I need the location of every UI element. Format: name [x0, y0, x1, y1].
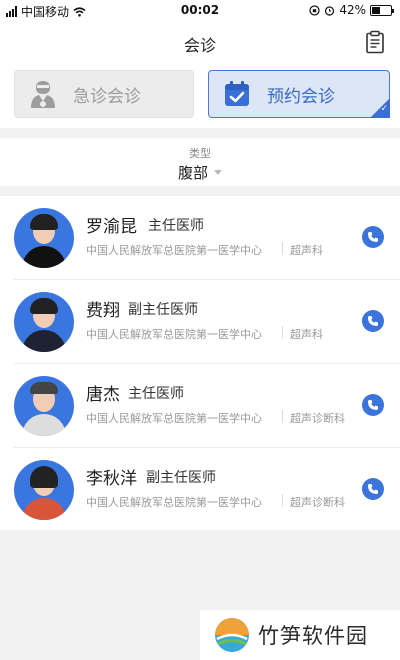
- type-filter[interactable]: 类型 腹部: [0, 138, 400, 186]
- phone-icon[interactable]: [362, 310, 384, 332]
- alarm-icon: [325, 5, 335, 16]
- doctor-title: 主任医师: [148, 218, 204, 234]
- doctor-name: 罗渝昆: [86, 217, 137, 237]
- watermark-text: 竹笋软件园: [258, 624, 368, 648]
- appointment-consult-label: 预约会诊: [267, 86, 335, 107]
- watermark: 竹笋软件园: [200, 610, 400, 660]
- doctor-name: 费翔: [86, 301, 120, 321]
- phone-icon[interactable]: [362, 478, 384, 500]
- doctor-list-item[interactable]: 李秋洋 副主任医师 中国人民解放军总医院第一医学中心 超声诊断科: [0, 448, 400, 532]
- battery-percent: 42%: [339, 3, 366, 17]
- status-bar: 中国移动 00:02 42%: [0, 0, 400, 22]
- consultation-mode-toggle: 急诊会诊 预约会诊 ✓: [0, 62, 400, 128]
- page-title: 会诊: [183, 36, 216, 55]
- doctor-name: 唐杰: [86, 385, 120, 405]
- emergency-consult-button[interactable]: 急诊会诊: [14, 70, 194, 118]
- selected-check-icon: ✓: [370, 98, 390, 118]
- doctor-title: 副主任医师: [128, 302, 198, 318]
- doctor-hospital: 中国人民解放军总医院第一医学中心: [86, 244, 262, 257]
- appointment-consult-button[interactable]: 预约会诊 ✓: [208, 70, 390, 118]
- doctor-department: 超声诊断科: [290, 412, 345, 425]
- doctor-title: 副主任医师: [146, 470, 216, 486]
- type-filter-value: 腹部: [177, 164, 208, 182]
- doctor-department: 超声诊断科: [290, 496, 345, 509]
- calendar-check-icon: [225, 81, 249, 106]
- type-filter-dropdown[interactable]: 腹部: [178, 162, 222, 183]
- phone-icon[interactable]: [362, 226, 384, 248]
- doctor-title: 主任医师: [128, 386, 184, 402]
- doctor-avatar: [14, 292, 74, 352]
- clipboard-icon[interactable]: [364, 30, 386, 54]
- doctor-hospital: 中国人民解放军总医院第一医学中心: [86, 328, 262, 341]
- doctor-list-item[interactable]: 罗渝昆 主任医师 中国人民解放军总医院第一医学中心 超声科: [0, 196, 400, 280]
- doctor-hospital: 中国人民解放军总医院第一医学中心: [86, 412, 262, 425]
- divider: [282, 410, 283, 423]
- doctor-hospital: 中国人民解放军总医院第一医学中心: [86, 496, 262, 509]
- divider: [282, 242, 283, 255]
- emergency-consult-label: 急诊会诊: [73, 86, 141, 107]
- battery-icon: [370, 4, 394, 16]
- phone-icon[interactable]: [362, 394, 384, 416]
- type-filter-caption: 类型: [189, 147, 211, 160]
- doctor-name: 李秋洋: [86, 469, 137, 489]
- doctor-avatar: [14, 460, 74, 520]
- status-right: 42%: [309, 3, 394, 17]
- doctor-department: 超声科: [290, 328, 323, 341]
- chevron-down-icon: [214, 170, 222, 175]
- doctor-avatar: [14, 376, 74, 436]
- nav-bar: 会诊: [0, 22, 400, 62]
- divider: [282, 326, 283, 339]
- doctor-icon: [31, 81, 55, 108]
- doctor-list-item[interactable]: 唐杰 主任医师 中国人民解放军总医院第一医学中心 超声诊断科: [0, 364, 400, 448]
- divider: [282, 494, 283, 507]
- doctor-avatar: [14, 208, 74, 268]
- doctor-department: 超声科: [290, 244, 323, 257]
- orientation-lock-icon: [309, 4, 320, 16]
- doctor-list: 罗渝昆 主任医师 中国人民解放军总医院第一医学中心 超声科 费翔 副主任医师 中…: [0, 196, 400, 530]
- watermark-logo-icon: [215, 618, 249, 652]
- doctor-list-item[interactable]: 费翔 副主任医师 中国人民解放军总医院第一医学中心 超声科: [0, 280, 400, 364]
